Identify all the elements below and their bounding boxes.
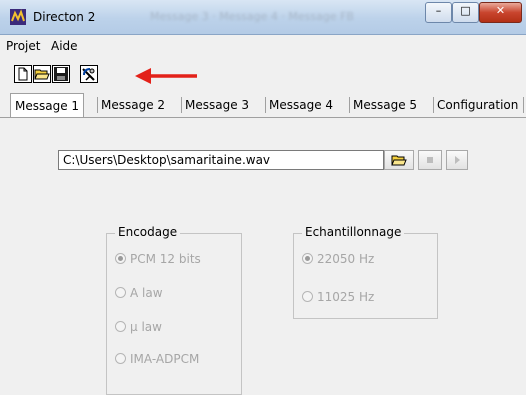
radio-pcm-12-bits[interactable]: PCM 12 bits — [115, 252, 201, 266]
encodage-group-title: Encodage — [115, 225, 181, 239]
echantillonnage-group-title: Echantillonnage — [302, 225, 405, 239]
stop-button[interactable] — [418, 150, 442, 170]
radio-icon — [115, 353, 126, 364]
play-icon — [455, 156, 460, 164]
red-arrow-annotation — [135, 68, 197, 84]
radio-label: µ law — [130, 320, 162, 334]
radio-label: A law — [130, 286, 163, 300]
background-window-ghost-text: Message 3 · Message 4 · Message FB — [150, 10, 354, 23]
new-file-button[interactable] — [14, 65, 32, 83]
open-folder-icon — [391, 155, 407, 166]
radio-selected-icon — [115, 253, 126, 264]
save-disk-icon — [54, 67, 68, 81]
radio-label: 11025 Hz — [317, 290, 375, 304]
tab-message-2[interactable]: Message 2 — [97, 95, 169, 115]
tab-message-1[interactable]: Message 1 — [10, 93, 85, 117]
tab-message-3[interactable]: Message 3 — [181, 95, 253, 115]
minimize-button[interactable]: – — [425, 2, 452, 23]
window-title: Directon 2 — [33, 10, 96, 24]
encodage-group: Encodage PCM 12 bits A law µ law IMA-ADP… — [106, 225, 242, 395]
radio-mu-law[interactable]: µ law — [115, 320, 162, 334]
radio-label: 22050 Hz — [317, 252, 375, 266]
tab-message-5[interactable]: Message 5 — [349, 95, 421, 115]
tab-strip: Message 1 Message 2 Message 3 Message 4 … — [0, 93, 526, 118]
tab-message-4[interactable]: Message 4 — [265, 95, 337, 115]
open-file-button[interactable] — [33, 65, 51, 83]
radio-a-law[interactable]: A law — [115, 286, 163, 300]
open-folder-icon — [34, 69, 50, 80]
radio-icon — [115, 287, 126, 298]
app-icon — [10, 9, 26, 25]
browse-file-button[interactable] — [384, 150, 414, 170]
close-button[interactable]: ✕ — [479, 2, 522, 23]
menu-projet[interactable]: Projet — [6, 39, 40, 53]
save-button[interactable] — [52, 65, 70, 83]
radio-22050-hz[interactable]: 22050 Hz — [302, 252, 374, 266]
transmit-button[interactable] — [80, 65, 98, 83]
minimize-icon: – — [435, 4, 442, 17]
radio-icon — [302, 291, 313, 302]
radio-label: PCM 12 bits — [130, 252, 201, 266]
close-icon: ✕ — [495, 4, 506, 17]
maximize-icon: □ — [460, 4, 471, 17]
radio-icon — [115, 321, 126, 332]
tab-configuration[interactable]: Configuration — [433, 95, 522, 115]
stop-icon — [427, 157, 433, 163]
file-path-field[interactable] — [58, 150, 384, 170]
new-file-icon — [18, 67, 28, 81]
play-button[interactable] — [446, 150, 468, 170]
radio-selected-icon — [302, 253, 313, 264]
toolbar — [0, 57, 526, 91]
menu-aide[interactable]: Aide — [51, 39, 78, 53]
satellite-dish-icon — [82, 68, 95, 81]
menu-bar — [0, 35, 526, 56]
echantillonnage-group: Echantillonnage 22050 Hz 11025 Hz — [293, 225, 438, 319]
radio-11025-hz[interactable]: 11025 Hz — [302, 290, 374, 304]
maximize-button[interactable]: □ — [452, 2, 479, 23]
radio-ima-adpcm[interactable]: IMA-ADPCM — [115, 352, 199, 366]
radio-label: IMA-ADPCM — [130, 352, 200, 366]
